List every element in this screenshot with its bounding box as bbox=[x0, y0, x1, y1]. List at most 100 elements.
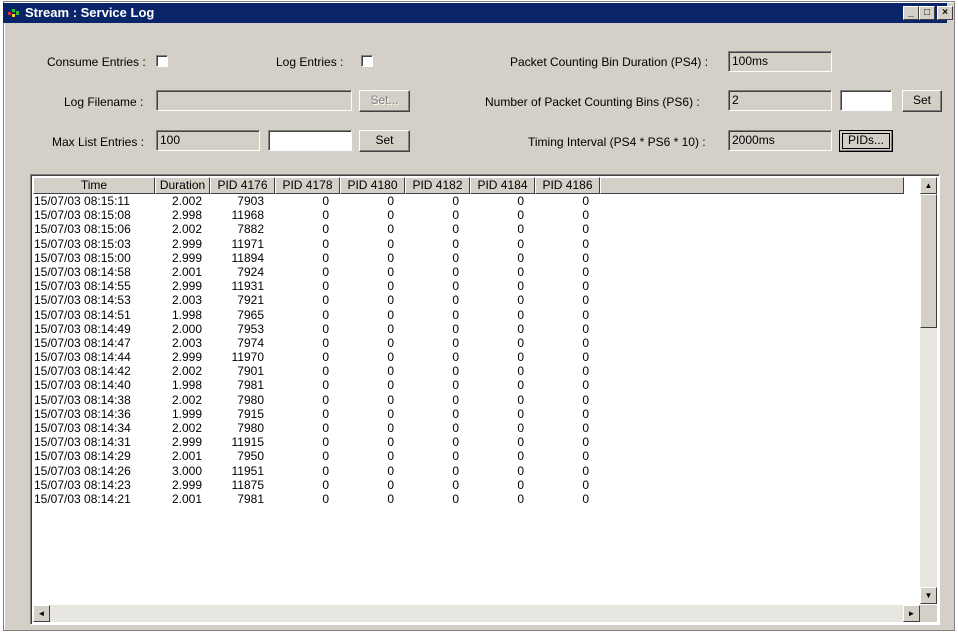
table-row[interactable]: 15/07/03 08:14:40 1.998 7981 0 0 0 0 0 bbox=[33, 378, 919, 392]
table-cell: 0 bbox=[517, 194, 524, 208]
minimize-button[interactable]: _ bbox=[903, 6, 919, 20]
table-cell: 0 bbox=[322, 264, 329, 279]
column-header[interactable]: PID 4186 bbox=[535, 177, 600, 194]
bin-count-set-button[interactable]: Set bbox=[902, 90, 942, 112]
timing-interval-label: Timing Interval (PS4 * PS6 * 10) : bbox=[528, 135, 706, 149]
table-row[interactable]: 15/07/03 08:14:51 1.998 7965 0 0 0 0 0 bbox=[33, 308, 919, 322]
table-row[interactable]: 15/07/03 08:14:58 2.001 7924 0 0 0 0 0 bbox=[33, 265, 919, 279]
table-cell: 11894 bbox=[231, 250, 264, 265]
table-cell: 0 bbox=[582, 392, 589, 407]
column-header[interactable]: PID 4184 bbox=[470, 177, 535, 194]
scroll-left-icon[interactable]: ◄ bbox=[33, 605, 50, 622]
table-row[interactable]: 15/07/03 08:14:42 2.002 7901 0 0 0 0 0 bbox=[33, 364, 919, 378]
log-list[interactable]: Time Duration PID 4176 PID 4178 PID 4180 PID … bbox=[30, 174, 940, 625]
table-row[interactable]: 15/07/03 08:14:29 2.001 7950 0 0 0 0 0 bbox=[33, 449, 919, 463]
maximize-button[interactable]: □ bbox=[919, 6, 935, 20]
table-row[interactable]: 15/07/03 08:14:47 2.003 7974 0 0 0 0 0 bbox=[33, 336, 919, 350]
table-cell: 0 bbox=[582, 293, 589, 308]
table-row[interactable]: 15/07/03 08:14:38 2.002 7980 0 0 0 0 0 bbox=[33, 393, 919, 407]
table-cell: 2.001 bbox=[171, 449, 202, 464]
table-row[interactable]: 15/07/03 08:14:53 2.003 7921 0 0 0 0 0 bbox=[33, 293, 919, 307]
table-cell: 15/07/03 08:14:49 bbox=[34, 321, 131, 336]
bin-count-input[interactable] bbox=[840, 90, 892, 111]
bin-duration-label: Packet Counting Bin Duration (PS4) : bbox=[510, 55, 709, 69]
table-cell: 15/07/03 08:15:08 bbox=[34, 208, 131, 223]
column-header[interactable]: Time bbox=[33, 177, 155, 194]
table-row[interactable]: 15/07/03 08:14:44 2.999 11970 0 0 0 0 0 bbox=[33, 350, 919, 364]
column-header[interactable]: Duration bbox=[155, 177, 210, 194]
table-row[interactable]: 15/07/03 08:15:08 2.998 11968 0 0 0 0 0 bbox=[33, 208, 919, 222]
table-cell: 0 bbox=[387, 378, 394, 393]
title-bar[interactable]: Stream : Service Log _ □ × bbox=[3, 3, 953, 23]
table-cell: 2.002 bbox=[171, 421, 202, 435]
vertical-scroll-thumb[interactable] bbox=[920, 194, 937, 328]
table-cell: 0 bbox=[517, 321, 524, 336]
pids-button[interactable]: PIDs... bbox=[839, 130, 893, 152]
table-cell: 0 bbox=[517, 264, 524, 279]
table-row[interactable]: 15/07/03 08:15:00 2.999 11894 0 0 0 0 0 bbox=[33, 251, 919, 265]
table-cell: 0 bbox=[582, 222, 589, 237]
scroll-down-icon[interactable]: ▼ bbox=[920, 587, 937, 604]
table-row[interactable]: 15/07/03 08:14:36 1.999 7915 0 0 0 0 0 bbox=[33, 407, 919, 421]
column-header[interactable]: PID 4182 bbox=[405, 177, 470, 194]
table-cell: 0 bbox=[387, 250, 394, 265]
table-row[interactable]: 15/07/03 08:14:26 3.000 11951 0 0 0 0 0 bbox=[33, 464, 919, 478]
close-button[interactable]: × bbox=[937, 6, 953, 20]
table-cell: 7980 bbox=[237, 421, 264, 435]
table-cell: 0 bbox=[517, 279, 524, 294]
table-row[interactable]: 15/07/03 08:14:21 2.001 7981 0 0 0 0 0 bbox=[33, 492, 919, 506]
table-cell: 0 bbox=[517, 463, 524, 478]
column-header[interactable]: PID 4176 bbox=[210, 177, 275, 194]
table-row[interactable]: 15/07/03 08:15:03 2.999 11971 0 0 0 0 0 bbox=[33, 237, 919, 251]
table-cell: 0 bbox=[387, 264, 394, 279]
table-cell: 0 bbox=[452, 449, 459, 464]
table-row[interactable]: 15/07/03 08:14:31 2.999 11915 0 0 0 0 0 bbox=[33, 435, 919, 449]
table-cell: 11971 bbox=[231, 236, 264, 251]
column-header[interactable]: PID 4178 bbox=[275, 177, 340, 194]
table-cell: 0 bbox=[517, 335, 524, 350]
bin-duration-field: 100ms bbox=[728, 51, 832, 72]
table-cell: 0 bbox=[322, 435, 329, 450]
max-list-entries-input[interactable] bbox=[268, 130, 352, 151]
table-cell: 0 bbox=[452, 264, 459, 279]
consume-entries-checkbox[interactable] bbox=[156, 55, 168, 67]
table-cell: 2.001 bbox=[171, 491, 202, 506]
table-cell: 15/07/03 08:14:58 bbox=[34, 264, 131, 279]
scroll-up-icon[interactable]: ▲ bbox=[920, 177, 937, 194]
log-entries-checkbox[interactable] bbox=[361, 55, 373, 67]
table-cell: 2.002 bbox=[171, 222, 202, 237]
table-cell: 11970 bbox=[231, 350, 264, 365]
table-cell: 0 bbox=[582, 350, 589, 365]
table-cell: 0 bbox=[387, 491, 394, 506]
table-cell: 2.999 bbox=[171, 250, 202, 265]
table-row[interactable]: 15/07/03 08:14:23 2.999 11875 0 0 0 0 0 bbox=[33, 478, 919, 492]
log-filename-set-button[interactable]: Set... bbox=[359, 90, 410, 112]
table-cell: 0 bbox=[582, 321, 589, 336]
table-cell: 1.998 bbox=[171, 307, 202, 322]
log-filename-field[interactable] bbox=[156, 90, 352, 111]
table-cell: 0 bbox=[517, 392, 524, 407]
horizontal-scrollbar[interactable]: ◄ ► bbox=[33, 605, 920, 622]
table-row[interactable]: 15/07/03 08:14:34 2.002 7980 0 0 0 0 0 bbox=[33, 421, 919, 435]
vertical-scrollbar[interactable]: ▲ ▼ bbox=[920, 177, 937, 604]
table-cell: 0 bbox=[582, 435, 589, 450]
column-header[interactable]: PID 4180 bbox=[340, 177, 405, 194]
table-cell: 0 bbox=[582, 477, 589, 492]
table-cell: 0 bbox=[582, 279, 589, 294]
table-cell: 2.999 bbox=[171, 279, 202, 294]
table-cell: 0 bbox=[452, 307, 459, 322]
max-list-entries-field: 100 bbox=[156, 130, 260, 151]
scroll-right-icon[interactable]: ► bbox=[903, 605, 920, 622]
table-row[interactable]: 15/07/03 08:14:49 2.000 7953 0 0 0 0 0 bbox=[33, 322, 919, 336]
table-row[interactable]: 15/07/03 08:15:06 2.002 7882 0 0 0 0 0 bbox=[33, 222, 919, 236]
table-cell: 0 bbox=[322, 364, 329, 379]
table-row[interactable]: 15/07/03 08:15:11 2.002 7903 0 0 0 0 0 bbox=[33, 194, 919, 208]
table-cell: 0 bbox=[322, 236, 329, 251]
table-cell: 0 bbox=[517, 421, 524, 435]
max-list-entries-set-button[interactable]: Set bbox=[359, 130, 410, 152]
table-row[interactable]: 15/07/03 08:14:55 2.999 11931 0 0 0 0 0 bbox=[33, 279, 919, 293]
table-cell: 0 bbox=[582, 491, 589, 506]
table-cell: 2.998 bbox=[171, 208, 202, 223]
table-cell: 0 bbox=[452, 222, 459, 237]
table-cell: 0 bbox=[452, 364, 459, 379]
